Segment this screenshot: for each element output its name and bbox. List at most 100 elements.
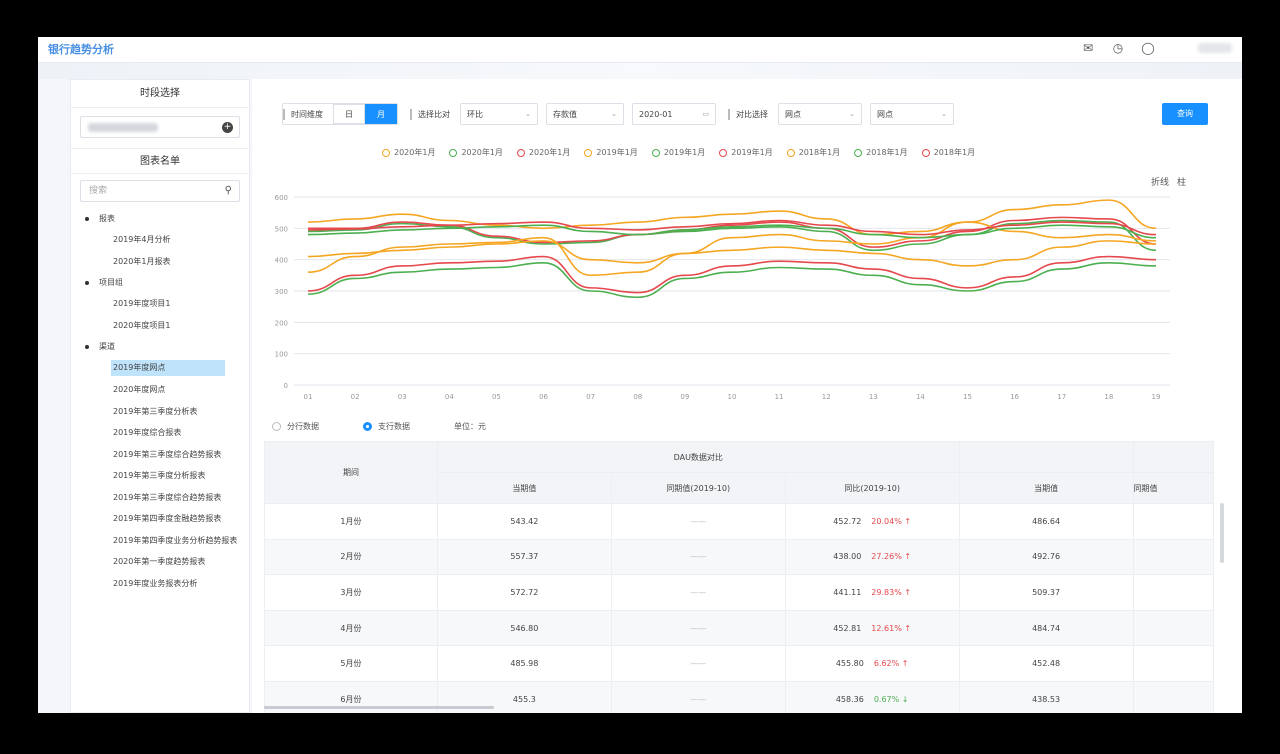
legend-item[interactable]: 2020年1月 xyxy=(449,147,503,158)
tree-item[interactable]: 2019年度综合报表 xyxy=(71,422,249,444)
legend-item[interactable]: 2019年1月 xyxy=(719,147,773,158)
tree-item[interactable]: 2020年度项目1 xyxy=(71,315,249,337)
y-tick-label: 600 xyxy=(275,194,288,202)
compare-select[interactable]: 环比 ⌄ xyxy=(460,103,538,125)
tree-item[interactable]: 2019年度项目1 xyxy=(71,293,249,315)
legend-item[interactable]: 2018年1月 xyxy=(854,147,908,158)
period-select[interactable]: + xyxy=(80,116,240,138)
col-extra xyxy=(1132,441,1215,473)
period-option-day[interactable]: 日 xyxy=(333,104,365,124)
legend-item[interactable]: 2018年1月 xyxy=(786,147,840,158)
clock-icon[interactable]: ◷ xyxy=(1110,40,1126,56)
compare-select-value: 环比 xyxy=(467,109,483,119)
series-line[interactable] xyxy=(307,221,1157,277)
x-tick-label: 06 xyxy=(539,393,548,401)
radio-subbranch-circle[interactable] xyxy=(363,422,372,431)
tree-item[interactable]: 2019年第三季度分析报表 xyxy=(71,465,249,487)
legend-item[interactable]: 2019年1月 xyxy=(584,147,638,158)
legend-item[interactable]: 2019年1月 xyxy=(651,147,706,158)
period-option-month[interactable]: 月 xyxy=(365,104,397,124)
series-line[interactable] xyxy=(307,261,1157,299)
horizontal-scrollbar[interactable] xyxy=(264,706,494,709)
x-tick-label: 11 xyxy=(775,393,784,401)
radio-branch-circle[interactable] xyxy=(272,422,281,431)
tree-item[interactable]: 2019年第四季度金融趋势报表 xyxy=(71,508,249,530)
x-tick-label: 05 xyxy=(492,393,501,401)
sidebar-search-input[interactable]: 搜索 ⚲ xyxy=(80,180,240,202)
tree-item[interactable]: 2019年第三季度分析表 xyxy=(71,401,249,423)
tree-item[interactable]: 2019年第三季度综合趋势报表 xyxy=(71,487,249,509)
x-tick-label: 09 xyxy=(680,393,689,401)
table-row[interactable]: 4月份 546.80 —— 452.81 12.61% ↑ 484.74 xyxy=(264,609,1215,647)
y-tick-label: 200 xyxy=(275,319,288,327)
legend-marker xyxy=(516,148,525,157)
vertical-scrollbar[interactable] xyxy=(1220,503,1224,563)
radio-branch[interactable]: 分行数据 xyxy=(272,421,319,432)
row-current-cell: 546.80 xyxy=(436,609,612,647)
radio-subbranch[interactable]: 支行数据 xyxy=(363,421,410,432)
bell-icon[interactable]: ◯ xyxy=(1140,40,1156,56)
row-current-value: 543.42 xyxy=(510,516,539,526)
row-period-cell: 2月份 xyxy=(264,538,438,576)
row-yoy-cell: 452.72 20.04% ↑ xyxy=(784,503,960,540)
tree-group[interactable]: 渠道 xyxy=(71,336,249,357)
tree-item[interactable]: 2019年度网点 xyxy=(111,360,225,376)
legend-item[interactable]: 2020年1月 xyxy=(382,147,435,158)
tree-item[interactable]: 2019年4月分析 xyxy=(71,229,249,251)
range-end-select[interactable]: 网点 ⌄ xyxy=(870,103,954,125)
series-line[interactable] xyxy=(307,199,1157,236)
row-change-percent: 6.62% ↑ xyxy=(873,659,909,669)
series-line[interactable] xyxy=(307,255,1157,294)
comparison-table: 期间 DAU数据对比 当期值 同期值(2019-10) 同比(2019-10) … xyxy=(264,441,1215,713)
user-avatar[interactable] xyxy=(1198,43,1232,53)
row-same-period-cell: —— xyxy=(610,609,786,647)
row-period-cell: 4月份 xyxy=(264,609,438,647)
tree-item[interactable]: 2020年第一季度趋势报表 xyxy=(71,551,249,573)
col-same-period: 同期值(2019-10) xyxy=(610,472,786,504)
table-row[interactable]: 3月份 572.72 —— 441.11 29.83% ↑ 509.37 xyxy=(264,574,1215,611)
y-tick-label: 400 xyxy=(275,257,288,265)
query-button[interactable]: 查询 xyxy=(1162,103,1208,125)
row-extra-cell xyxy=(1132,538,1215,576)
metric-select[interactable]: 存款值 ⌄ xyxy=(546,103,624,125)
tree-item[interactable]: 2019年第四季度业务分析趋势报表 xyxy=(71,530,249,552)
tree-item[interactable]: 2020年度网点 xyxy=(71,379,249,401)
row-yoy-value: 452.81 xyxy=(833,623,862,633)
row-yoy-value: 441.11 xyxy=(833,587,862,597)
series-line[interactable] xyxy=(307,224,1157,239)
tree-group[interactable]: 项目组 xyxy=(71,272,249,293)
add-icon[interactable]: + xyxy=(222,122,233,133)
x-tick-label: 04 xyxy=(445,393,454,401)
top-icons: ✉ ◷ ◯ xyxy=(1080,40,1232,56)
legend-label: 2019年1月 xyxy=(663,148,706,157)
tree-item[interactable]: 2020年1月报表 xyxy=(71,251,249,273)
row-current-2-value: 484.74 xyxy=(1032,623,1061,633)
row-yoy-value: 452.72 xyxy=(833,516,862,526)
app-title: 银行趋势分析 xyxy=(48,43,114,56)
row-period-cell: 5月份 xyxy=(264,645,438,682)
tree-group-label: 项目组 xyxy=(99,278,123,287)
tree-item[interactable]: 2019年第三季度综合趋势报表 xyxy=(71,444,249,466)
message-icon[interactable]: ✉ xyxy=(1080,40,1096,56)
tree-item[interactable]: 2019年度业务报表分析 xyxy=(71,573,249,595)
bar-chart-toggle[interactable]: 柱 xyxy=(1177,175,1186,188)
calendar-icon: ▭ xyxy=(702,110,709,118)
table-row[interactable]: 5月份 485.98 —— 455.80 6.62% ↑ 452.48 xyxy=(264,645,1215,682)
search-icon[interactable]: ⚲ xyxy=(225,181,232,201)
table-row[interactable]: 1月份 543.42 —— 452.72 20.04% ↑ 486.64 xyxy=(264,503,1215,540)
row-same-period-cell: —— xyxy=(610,538,786,576)
legend-item[interactable]: 2018年1月 xyxy=(921,147,975,158)
col-period: 期间 xyxy=(264,441,438,504)
chevron-down-icon: ⌄ xyxy=(941,110,947,118)
row-current-value: 557.37 xyxy=(510,552,539,562)
line-chart-toggle[interactable]: 折线 xyxy=(1151,175,1169,188)
legend-marker xyxy=(584,148,593,157)
tree-group-label: 渠道 xyxy=(99,342,115,351)
table-row[interactable]: 2月份 557.37 —— 438.00 27.26% ↑ 492.76 xyxy=(264,538,1215,576)
legend-item[interactable]: 2020年1月 xyxy=(516,147,570,158)
row-period-value: 2月份 xyxy=(340,552,362,562)
tree-group[interactable]: 报表 xyxy=(71,208,249,229)
date-picker[interactable]: 2020-01 ▭ xyxy=(632,103,716,125)
range-start-select[interactable]: 网点 ⌄ xyxy=(778,103,862,125)
legend-marker xyxy=(786,148,795,157)
